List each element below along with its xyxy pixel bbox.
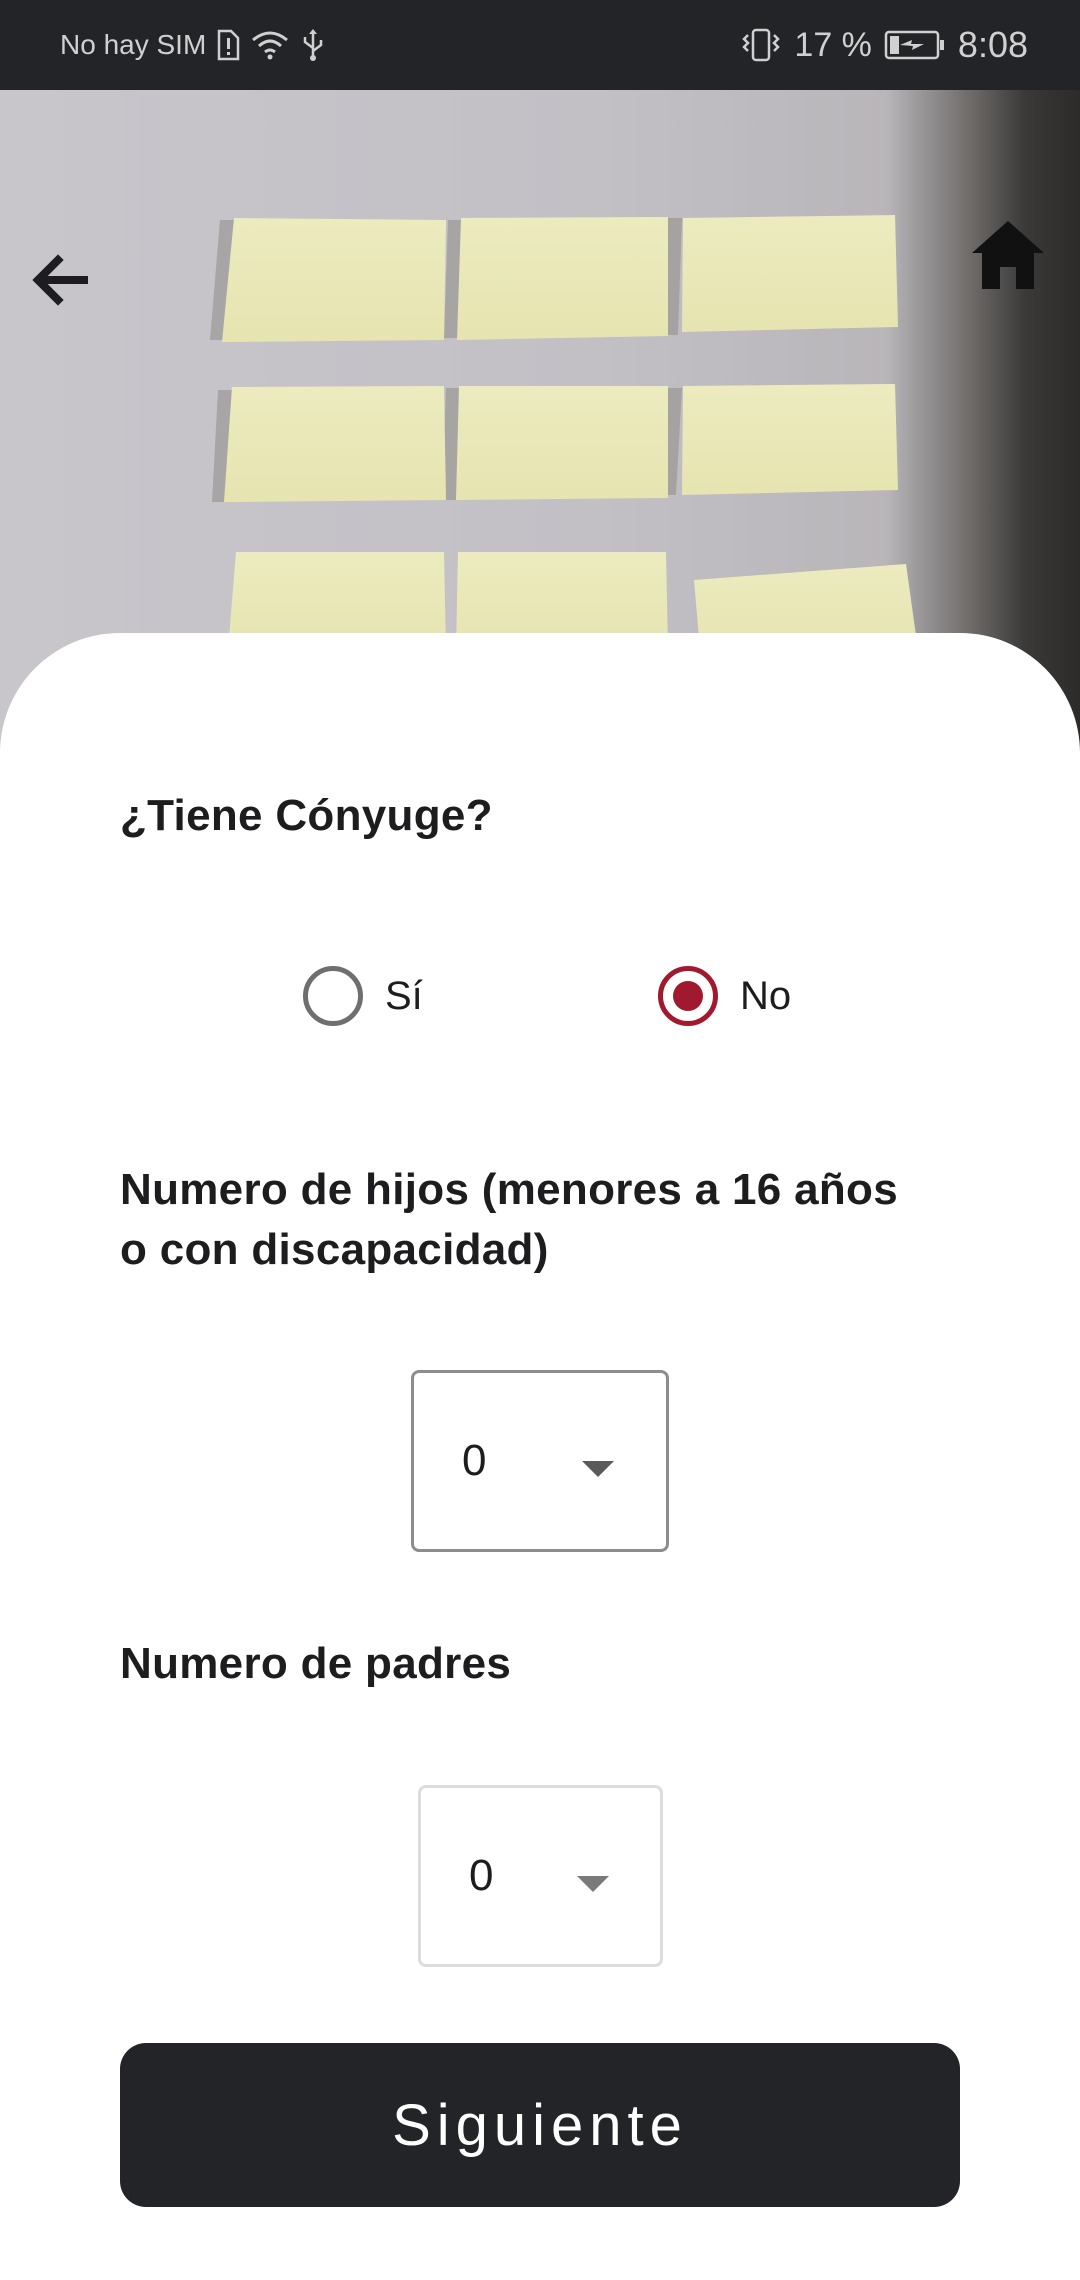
screen: No hay SIM 17 % 8:08 ¿Tiene Cónyuge? Sí … xyxy=(0,0,1080,2280)
next-button[interactable]: Siguiente xyxy=(120,2043,960,2207)
children-count-dropdown[interactable]: 0 xyxy=(411,1370,669,1552)
parents-question: Numero de padres xyxy=(120,1639,512,1688)
radio-option-no[interactable]: No xyxy=(658,966,791,1026)
wifi-icon xyxy=(250,29,290,61)
home-button[interactable] xyxy=(963,210,1053,300)
status-left: No hay SIM xyxy=(60,28,326,62)
carrier-text: No hay SIM xyxy=(60,29,207,60)
usb-icon xyxy=(300,28,326,62)
home-icon xyxy=(972,221,1044,289)
back-button[interactable] xyxy=(15,235,105,325)
children-count-value: 0 xyxy=(462,1436,487,1485)
caret-down-icon xyxy=(577,1876,609,1892)
clock-time: 8:08 xyxy=(957,24,1028,65)
parents-count-value: 0 xyxy=(469,1851,494,1900)
radio-option-si[interactable]: Sí xyxy=(303,966,423,1026)
battery-percent: 17 % xyxy=(794,25,872,64)
battery-charging-icon xyxy=(884,29,946,61)
vibrate-icon xyxy=(740,27,782,63)
spouse-question: ¿Tiene Cónyuge? xyxy=(120,791,493,840)
radio-no[interactable] xyxy=(658,966,718,1026)
status-right: 17 % 8:08 xyxy=(740,24,1028,66)
radio-label-no: No xyxy=(740,973,792,1018)
children-question: Numero de hijos (menores a 16 años o con… xyxy=(120,1165,898,1274)
radio-label-si: Sí xyxy=(385,973,423,1018)
caret-down-icon xyxy=(582,1461,614,1477)
radio-si[interactable] xyxy=(303,966,363,1026)
parents-count-dropdown[interactable]: 0 xyxy=(418,1785,663,1967)
sim-alert-icon xyxy=(216,29,240,61)
arrow-left-icon xyxy=(32,254,88,306)
status-bar: No hay SIM 17 % 8:08 xyxy=(0,0,1080,90)
